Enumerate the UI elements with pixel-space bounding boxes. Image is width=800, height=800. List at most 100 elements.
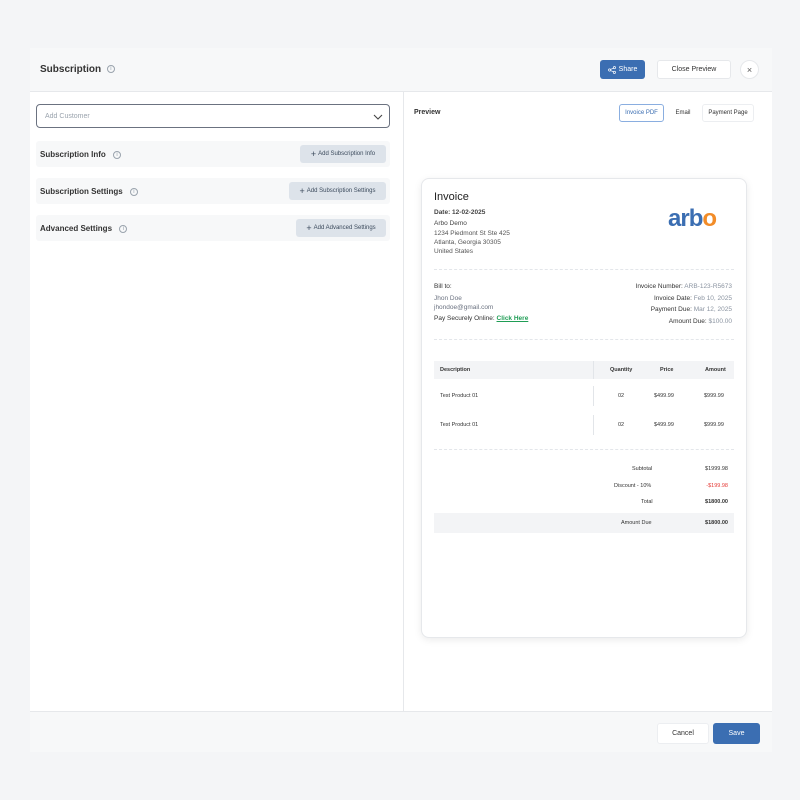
meta-value: ARB-123-R5673 <box>684 283 732 290</box>
cell-quantity: 02 <box>618 393 625 399</box>
section-subscription-settings: Subscription Settings i + Add Subscripti… <box>36 178 390 204</box>
amount-due-value: $1800.00 <box>705 520 728 526</box>
column-divider <box>593 415 594 435</box>
pay-online-row: Pay Securely Online: Click Here <box>434 315 528 322</box>
pay-online-link[interactable]: Click Here <box>497 315 529 322</box>
logo-accent: o <box>702 205 717 232</box>
tab-payment-page[interactable]: Payment Page <box>702 104 754 122</box>
meta-value: $100.00 <box>708 318 733 325</box>
discount-label: Discount - 10% <box>614 483 652 489</box>
meta-key: Payment Due: <box>650 306 692 313</box>
company-name: Arbo Demo <box>434 220 467 227</box>
cancel-button[interactable]: Cancel <box>657 723 709 744</box>
pay-online-label: Pay Securely Online: <box>434 315 495 322</box>
amount-due-row: Amount Due: $100.00 <box>669 318 732 325</box>
invoice-date-row: Invoice Date: Feb 10, 2025 <box>654 295 732 302</box>
invoice-preview: Invoice Date: 12-02-2025 Arbo Demo 1234 … <box>421 178 747 638</box>
cell-amount: $999.99 <box>704 393 724 399</box>
add-advanced-settings-button[interactable]: + Add Advanced Settings <box>296 219 386 237</box>
meta-value: Feb 10, 2025 <box>693 295 732 302</box>
logo-main: arb <box>668 205 703 232</box>
save-button[interactable]: Save <box>713 723 760 744</box>
col-description: Description <box>440 367 471 373</box>
amount-due-bar: Amount Due $1800.00 <box>434 513 734 533</box>
info-icon[interactable]: i <box>106 65 115 74</box>
plus-icon: + <box>310 149 317 159</box>
invoice-title: Invoice <box>434 191 469 203</box>
add-subscription-info-button[interactable]: + Add Subscription Info <box>300 145 386 163</box>
cell-amount: $999.99 <box>704 422 724 428</box>
meta-key: Invoice Date: <box>653 295 692 302</box>
divider <box>434 449 734 450</box>
customer-name: Jhon Doe <box>434 295 462 302</box>
plus-icon: + <box>299 186 305 196</box>
share-label: Share <box>618 66 638 73</box>
cell-description: Test Product 01 <box>440 393 479 399</box>
button-label: Add Advanced Settings <box>313 225 376 231</box>
plus-icon: + <box>306 223 312 233</box>
meta-key: Invoice Number: <box>635 283 683 290</box>
section-label: Subscription Settings i <box>40 187 138 196</box>
cell-price: $499.99 <box>654 422 674 428</box>
button-label: Add Subscription Info <box>318 151 376 157</box>
table-header: Description Quantity Price Amount <box>434 361 734 379</box>
button-label: Add Subscription Settings <box>306 188 376 194</box>
form-panel: Add Customer Subscription Info i + Add S… <box>30 92 404 711</box>
arbo-logo: arbo <box>668 205 717 233</box>
section-advanced-settings: Advanced Settings i + Add Advanced Setti… <box>36 215 390 241</box>
section-label-text: Subscription Info <box>40 150 106 159</box>
invoice-number-row: Invoice Number: ARB-123-R5673 <box>636 283 732 290</box>
col-amount: Amount <box>705 367 726 373</box>
bill-to-label: Bill to: <box>434 283 452 290</box>
add-subscription-settings-button[interactable]: + Add Subscription Settings <box>289 182 386 200</box>
payment-due-row: Payment Due: Mar 12, 2025 <box>651 306 732 313</box>
close-preview-button[interactable]: Close Preview <box>657 60 731 79</box>
section-label: Subscription Info i <box>40 150 122 159</box>
subtotal-value: $1999.98 <box>705 466 728 472</box>
divider <box>434 269 734 270</box>
table-row: Test Product 01 02 $499.99 $999.99 <box>434 386 734 406</box>
tab-invoice-pdf[interactable]: Invoice PDF <box>619 104 664 122</box>
page-title-text: Subscription <box>40 64 102 75</box>
customer-email: jhondoe@gmail.com <box>434 304 494 311</box>
modal-footer: Cancel Save <box>30 711 772 752</box>
cell-quantity: 02 <box>618 422 625 428</box>
preview-label: Preview <box>414 109 441 116</box>
share-button[interactable]: Share <box>600 60 645 79</box>
info-icon[interactable]: i <box>113 150 122 159</box>
total-value: $1800.00 <box>705 499 728 505</box>
info-icon[interactable]: i <box>129 187 138 196</box>
column-divider <box>593 361 594 379</box>
divider <box>434 339 734 340</box>
total-label: Total <box>641 499 653 505</box>
amount-due-label: Amount Due <box>621 520 652 526</box>
add-customer-placeholder: Add Customer <box>45 113 90 120</box>
section-subscription-info: Subscription Info i + Add Subscription I… <box>36 141 390 167</box>
section-label: Advanced Settings i <box>40 224 128 233</box>
subscription-modal: Subscription i Share Close Preview × Add… <box>30 48 772 752</box>
discount-value: -$199.98 <box>706 483 728 489</box>
cell-description: Test Product 01 <box>440 422 479 428</box>
address-line-2: Atlanta, Georgia 30305 <box>434 239 501 246</box>
add-customer-select[interactable]: Add Customer <box>36 104 390 128</box>
column-divider <box>593 386 594 406</box>
section-label-text: Subscription Settings <box>40 187 123 196</box>
section-label-text: Advanced Settings <box>40 224 113 233</box>
col-price: Price <box>660 367 674 373</box>
share-icon <box>607 65 616 74</box>
meta-key: Amount Due: <box>668 318 707 325</box>
tab-email[interactable]: Email <box>668 104 698 122</box>
address-country: United States <box>434 248 474 255</box>
table-row: Test Product 01 02 $499.99 $999.99 <box>434 415 734 435</box>
modal-header: Subscription i Share Close Preview × <box>30 48 772 92</box>
page-title: Subscription i <box>40 64 115 75</box>
subtotal-label: Subtotal <box>632 466 653 472</box>
invoice-date: Date: 12-02-2025 <box>434 209 486 216</box>
meta-value: Mar 12, 2025 <box>693 306 732 313</box>
cell-price: $499.99 <box>654 393 674 399</box>
info-icon[interactable]: i <box>119 224 128 233</box>
address-line-1: 1234 Piedmont St Ste 425 <box>434 230 510 237</box>
preview-panel: Preview Invoice PDF Email Payment Page I… <box>404 92 772 711</box>
close-icon[interactable]: × <box>740 60 759 79</box>
col-quantity: Quantity <box>610 367 633 373</box>
